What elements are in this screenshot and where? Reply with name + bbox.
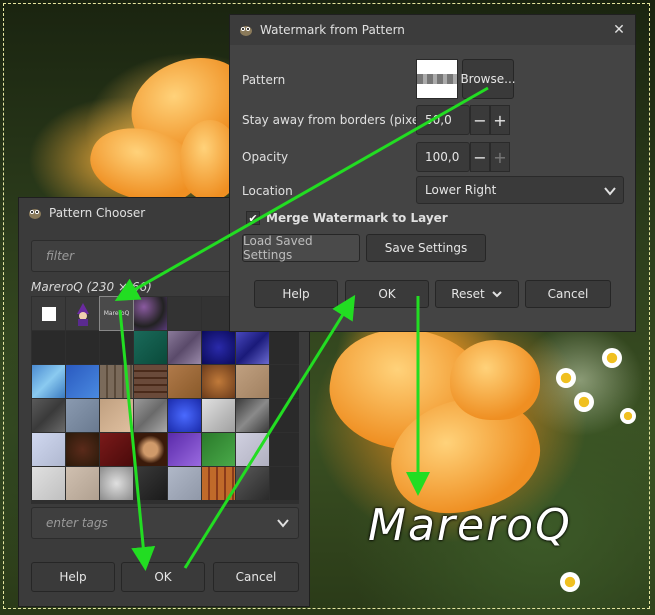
watermark-ok-button[interactable]: OK xyxy=(345,280,429,308)
pattern-label: Pattern xyxy=(242,73,286,87)
daisy-flower xyxy=(620,408,636,424)
pattern-cell[interactable] xyxy=(236,399,269,432)
gimp-wilber-icon xyxy=(238,23,254,37)
pattern-cell[interactable] xyxy=(270,433,299,466)
chevron-down-icon xyxy=(603,184,617,201)
pattern-cell[interactable] xyxy=(134,399,167,432)
pattern-cell[interactable] xyxy=(100,433,133,466)
watermark-dialog: Watermark from Pattern ✕ Pattern Browse.… xyxy=(229,14,636,332)
pattern-cell[interactable] xyxy=(168,399,201,432)
save-settings-button[interactable]: Save Settings xyxy=(366,234,486,262)
pattern-cell[interactable] xyxy=(66,331,99,364)
daisy-flower xyxy=(556,368,576,388)
pattern-preview xyxy=(416,59,458,99)
pattern-cell[interactable] xyxy=(100,365,133,398)
opacity-label: Opacity xyxy=(242,150,289,164)
pattern-cell[interactable] xyxy=(202,331,235,364)
location-select[interactable]: Lower Right xyxy=(416,176,624,204)
pattern-cell[interactable] xyxy=(32,297,65,330)
tags-placeholder: enter tags xyxy=(46,516,108,530)
pattern-cell[interactable] xyxy=(168,297,201,330)
pattern-cell[interactable] xyxy=(134,331,167,364)
opacity-decrement-button[interactable]: − xyxy=(470,142,490,172)
watermark-cancel-button[interactable]: Cancel xyxy=(525,280,611,308)
pattern-cell[interactable] xyxy=(236,331,269,364)
pattern-cell[interactable] xyxy=(66,365,99,398)
chooser-ok-button[interactable]: OK xyxy=(121,562,205,592)
watermark-help-button[interactable]: Help xyxy=(254,280,338,308)
borders-decrement-button[interactable]: − xyxy=(470,105,490,135)
opacity-increment-button[interactable]: + xyxy=(490,142,510,172)
pattern-cell[interactable] xyxy=(202,433,235,466)
pattern-cell[interactable] xyxy=(270,331,299,364)
pattern-cell[interactable] xyxy=(66,467,99,500)
pattern-cell[interactable] xyxy=(168,331,201,364)
pattern-cell[interactable] xyxy=(270,467,299,500)
reset-label: Reset xyxy=(451,287,485,301)
chevron-down-icon xyxy=(491,288,503,300)
watermark-text: MareroQ xyxy=(368,500,572,551)
browse-button[interactable]: Browse... xyxy=(460,59,516,99)
gimp-wilber-icon xyxy=(27,206,43,220)
opacity-field[interactable]: 100,0 xyxy=(416,142,470,172)
pattern-cell[interactable] xyxy=(32,433,65,466)
pattern-cell[interactable] xyxy=(134,433,167,466)
watermark-titlebar[interactable]: Watermark from Pattern ✕ xyxy=(230,15,635,45)
pattern-cell[interactable] xyxy=(66,297,99,330)
pattern-cell[interactable] xyxy=(134,297,167,330)
pattern-cell[interactable] xyxy=(32,365,65,398)
load-saved-settings-button[interactable]: Load Saved Settings xyxy=(242,234,360,262)
pattern-cell[interactable] xyxy=(168,365,201,398)
borders-label: Stay away from borders (pixels) xyxy=(242,113,434,127)
location-label: Location xyxy=(242,184,293,198)
daisy-flower xyxy=(602,348,622,368)
selected-pattern-thumb-label: MareroQ xyxy=(103,310,130,317)
pattern-chooser-title: Pattern Chooser xyxy=(49,206,146,220)
flower-petal xyxy=(450,340,540,420)
chooser-help-button[interactable]: Help xyxy=(31,562,115,592)
pattern-cell[interactable] xyxy=(202,399,235,432)
borders-field[interactable]: 50,0 xyxy=(416,105,470,135)
pattern-cell[interactable] xyxy=(66,433,99,466)
merge-checkbox[interactable]: ✔ xyxy=(246,211,260,225)
chevron-down-icon[interactable] xyxy=(276,516,290,533)
pattern-cell[interactable] xyxy=(168,467,201,500)
pattern-cell[interactable] xyxy=(100,399,133,432)
watermark-dialog-title: Watermark from Pattern xyxy=(260,23,405,37)
pattern-cell[interactable] xyxy=(270,365,299,398)
pattern-cell[interactable] xyxy=(134,365,167,398)
borders-increment-button[interactable]: + xyxy=(490,105,510,135)
pattern-cell[interactable] xyxy=(100,467,133,500)
daisy-flower xyxy=(560,572,580,592)
selected-pattern-caption: MareroQ (230 × 66) xyxy=(31,280,152,294)
pattern-cell[interactable] xyxy=(168,433,201,466)
tags-input[interactable]: enter tags xyxy=(31,507,299,539)
merge-label: Merge Watermark to Layer xyxy=(266,211,448,225)
pattern-cell[interactable] xyxy=(236,433,269,466)
pattern-cell[interactable] xyxy=(100,331,133,364)
pattern-cell[interactable] xyxy=(32,399,65,432)
pattern-cell[interactable] xyxy=(32,467,65,500)
pattern-cell[interactable] xyxy=(32,331,65,364)
pattern-cell[interactable] xyxy=(134,467,167,500)
pattern-cell[interactable] xyxy=(66,399,99,432)
pattern-cell[interactable] xyxy=(236,365,269,398)
chooser-cancel-button[interactable]: Cancel xyxy=(213,562,299,592)
pattern-cell-selected[interactable]: MareroQ xyxy=(99,296,134,331)
daisy-flower xyxy=(574,392,594,412)
close-icon[interactable]: ✕ xyxy=(603,15,635,45)
pattern-cell[interactable] xyxy=(270,399,299,432)
pattern-cell[interactable] xyxy=(236,467,269,500)
pattern-cell[interactable] xyxy=(202,467,235,500)
pattern-cell[interactable] xyxy=(202,365,235,398)
location-value: Lower Right xyxy=(425,183,497,197)
reset-button[interactable]: Reset xyxy=(435,280,519,308)
